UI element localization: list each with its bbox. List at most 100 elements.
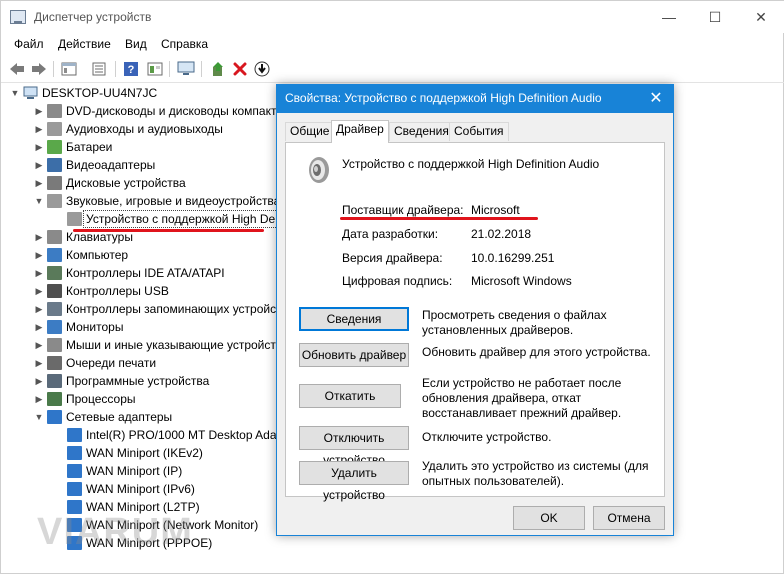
tree-item-label: WAN Miniport (IP): [86, 464, 183, 478]
expander-collapsed-icon[interactable]: ▶: [33, 300, 45, 318]
network-adapter-icon: [67, 464, 82, 478]
expander-collapsed-icon[interactable]: ▶: [33, 228, 45, 246]
uninstall-toolbar-button[interactable]: [230, 59, 250, 79]
help-toolbar-button[interactable]: ?: [121, 59, 141, 79]
roll-back-driver-button[interactable]: Откатить: [299, 384, 401, 408]
dvd-drive-icon: [47, 104, 62, 118]
uninstall-device-description: Удалить это устройство из системы (для о…: [422, 459, 649, 488]
disk-drive-icon: [47, 176, 62, 190]
processor-icon: [47, 392, 62, 406]
tree-item-label: Сетевые адаптеры: [66, 410, 173, 424]
cancel-button[interactable]: Отмена: [593, 506, 665, 530]
tree-item-label: WAN Miniport (IKEv2): [86, 446, 203, 460]
tree-item-label: WAN Miniport (IPv6): [86, 482, 195, 496]
expander-collapsed-icon[interactable]: ▶: [33, 138, 45, 156]
digital-signer-value: Microsoft Windows: [471, 274, 572, 288]
mouse-icon: [47, 338, 62, 352]
menu-action[interactable]: Действие: [58, 37, 111, 51]
annotation-underline: [73, 229, 264, 232]
usb-icon: [47, 284, 62, 298]
device-name: Устройство с поддержкой High Definition …: [342, 157, 600, 171]
driver-version-value: 10.0.16299.251: [471, 251, 555, 265]
expander-collapsed-icon[interactable]: ▶: [33, 120, 45, 138]
network-adapter-icon: [47, 410, 62, 424]
speaker-icon: [67, 212, 82, 226]
menu-file[interactable]: Файл: [14, 37, 44, 51]
menu-help[interactable]: Справка: [161, 37, 208, 51]
keyboard-icon: [47, 230, 62, 244]
enable-device-toolbar-button[interactable]: [252, 59, 272, 79]
menu-view[interactable]: Вид: [125, 37, 147, 51]
driver-date-value: 21.02.2018: [471, 227, 532, 241]
window-title: Диспетчер устройств: [34, 10, 152, 24]
expander-collapsed-icon[interactable]: ▶: [33, 390, 45, 408]
properties-toolbar-button[interactable]: [89, 59, 109, 79]
tree-item-label: DVD-дисководы и дисководы компакт: [66, 104, 277, 118]
software-device-icon: [47, 374, 62, 388]
view-toolbar-button[interactable]: [145, 59, 165, 79]
tree-item-label: Устройство с поддержкой High De: [83, 210, 279, 228]
dialog-close-button[interactable]: ✕: [645, 88, 667, 110]
driver-date-label: Дата разработки:: [342, 227, 439, 241]
display-adapter-icon: [47, 158, 62, 172]
driver-details-description: Просмотреть сведения о файлах установлен…: [422, 308, 607, 337]
tab-general[interactable]: Общие: [285, 122, 335, 141]
monitor-scan-icon: [177, 61, 195, 75]
update-driver-description: Обновить драйвер для этого устройства.: [422, 345, 651, 359]
tree-item-label: Программные устройства: [66, 374, 210, 388]
expander-collapsed-icon[interactable]: ▶: [33, 372, 45, 390]
update-driver-toolbar-button[interactable]: [208, 59, 228, 79]
back-button[interactable]: [7, 59, 27, 79]
digital-signer-label: Цифровая подпись:: [342, 274, 453, 288]
network-adapter-icon: [67, 446, 82, 460]
properties-dialog: Свойства: Устройство с поддержкой High D…: [276, 84, 674, 536]
expander-collapsed-icon[interactable]: ▶: [33, 264, 45, 282]
disable-device-button[interactable]: Отключить устройство: [299, 426, 409, 467]
expander-expanded-icon[interactable]: ▼: [9, 84, 21, 102]
driver-tab-panel: Устройство с поддержкой High Definition …: [285, 142, 665, 502]
forward-button[interactable]: [29, 59, 49, 79]
expander-collapsed-icon[interactable]: ▶: [33, 318, 45, 336]
network-adapter-icon: [67, 428, 82, 442]
expander-collapsed-icon[interactable]: ▶: [33, 336, 45, 354]
minimize-button[interactable]: —: [646, 1, 692, 33]
device-manager-icon: [10, 10, 26, 24]
computer-icon: [23, 86, 38, 99]
driver-version-label: Версия драйвера:: [342, 251, 443, 265]
toolbar-separator: [115, 61, 116, 77]
red-x-icon: [233, 62, 247, 76]
tree-item-label: Мониторы: [66, 320, 124, 334]
expander-expanded-icon[interactable]: ▼: [33, 192, 45, 210]
show-hide-tree-button[interactable]: [59, 59, 79, 79]
scan-hardware-button[interactable]: [176, 59, 196, 79]
tab-driver[interactable]: Драйвер: [331, 120, 389, 143]
expander-collapsed-icon[interactable]: ▶: [33, 102, 45, 120]
tab-events[interactable]: События: [449, 122, 509, 141]
expander-collapsed-icon[interactable]: ▶: [33, 174, 45, 192]
expander-collapsed-icon[interactable]: ▶: [33, 282, 45, 300]
uninstall-device-button[interactable]: Удалить устройство: [299, 461, 409, 502]
maximize-button[interactable]: ☐: [692, 1, 738, 33]
tree-item-label: Аудиовходы и аудиовыходы: [66, 122, 223, 136]
expander-collapsed-icon[interactable]: ▶: [33, 246, 45, 264]
close-button[interactable]: ✕: [738, 1, 784, 33]
tree-item-label: Видеоадаптеры: [66, 158, 156, 172]
toolbar: ?: [1, 55, 784, 83]
ok-button[interactable]: OK: [513, 506, 585, 530]
tree-item-label: Контроллеры запоминающих устройств: [66, 302, 288, 316]
computer-icon: [47, 248, 62, 262]
expander-expanded-icon[interactable]: ▼: [33, 408, 45, 426]
tree-item-label: Очереди печати: [66, 356, 157, 370]
tree-item-label: Компьютер: [66, 248, 129, 262]
tab-details[interactable]: Сведения: [389, 122, 454, 141]
expander-collapsed-icon[interactable]: ▶: [33, 354, 45, 372]
driver-details-button[interactable]: Сведения: [299, 307, 409, 331]
speaker-icon: [47, 122, 62, 136]
update-driver-button[interactable]: Обновить драйвер: [299, 343, 409, 367]
menu-bar: Файл Действие Вид Справка: [1, 33, 784, 55]
speaker-icon: [47, 194, 62, 208]
expander-collapsed-icon[interactable]: ▶: [33, 156, 45, 174]
tree-item-label: Дисковые устройства: [66, 176, 186, 190]
printer-icon: [47, 356, 62, 370]
help-icon: ?: [124, 62, 138, 76]
